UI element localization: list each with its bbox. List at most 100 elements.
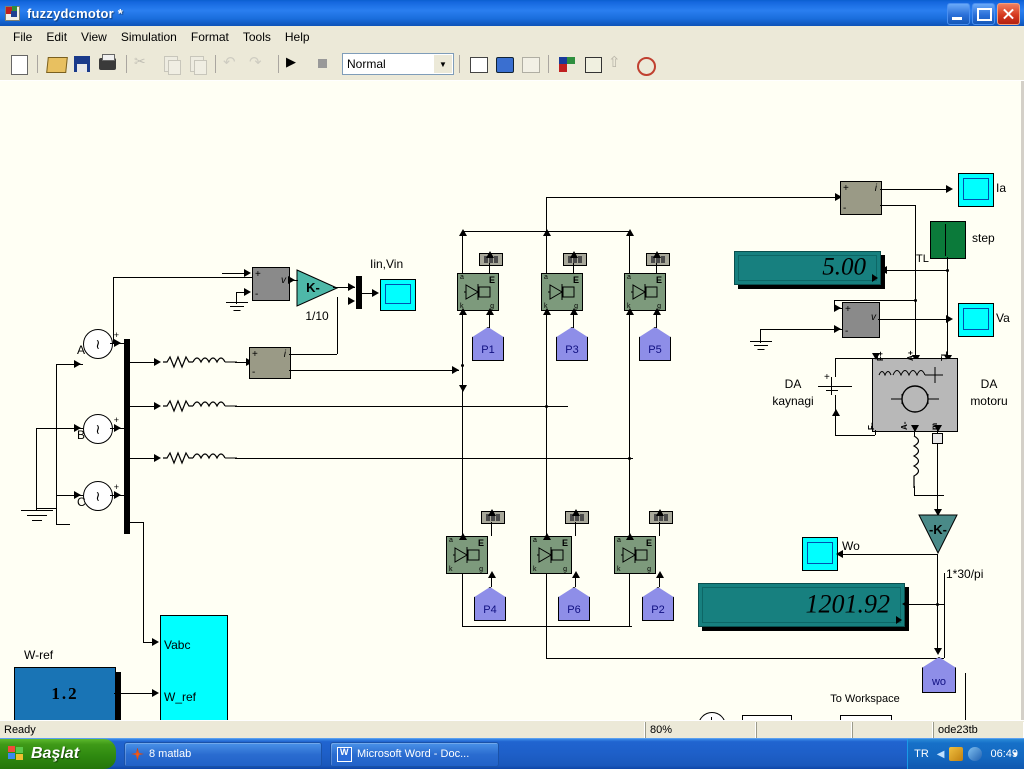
acm-plus-terminal: + bbox=[843, 183, 849, 194]
ac-source-b[interactable]: ∼ + bbox=[83, 414, 119, 444]
ac-source-c[interactable]: ∼ + bbox=[83, 481, 119, 511]
open-icon[interactable] bbox=[45, 53, 68, 75]
dc-field-source[interactable]: + bbox=[818, 372, 852, 395]
thyristor-p1[interactable]: a E k g bbox=[457, 273, 499, 311]
goto-block-wo[interactable]: wo bbox=[922, 657, 956, 693]
port-label-p5: P5 bbox=[648, 344, 662, 356]
input-port-p4[interactable]: P4 bbox=[474, 587, 506, 621]
vm-output-terminal: v bbox=[281, 275, 286, 286]
thyristor-p5[interactable]: a E k g bbox=[624, 273, 666, 311]
input-port-p6[interactable]: P6 bbox=[558, 587, 590, 621]
input-port-p3[interactable]: P3 bbox=[556, 327, 588, 361]
current-measurement-block[interactable]: + - i bbox=[249, 347, 291, 379]
armature-voltage-measurement[interactable]: + - v bbox=[842, 302, 880, 338]
menu-file[interactable]: File bbox=[6, 28, 39, 46]
thyristor-p2[interactable]: a E k g bbox=[614, 536, 656, 574]
simulation-mode-select[interactable]: Normal ▼ bbox=[342, 53, 454, 75]
taskbar-item-word[interactable]: Microsoft Word - Doc... bbox=[330, 741, 499, 767]
thy-g-terminal: g bbox=[563, 566, 567, 573]
run-icon[interactable]: ▶ bbox=[286, 53, 308, 75]
menu-tools[interactable]: Tools bbox=[236, 28, 278, 46]
chevron-down-icon[interactable]: ▼ bbox=[434, 55, 452, 73]
thyristor-p3[interactable]: a E k g bbox=[541, 273, 583, 311]
model-explorer-icon[interactable] bbox=[582, 53, 604, 75]
acm-output-terminal: i bbox=[874, 183, 877, 194]
scope-wo[interactable] bbox=[802, 537, 838, 571]
paste-icon[interactable] bbox=[186, 53, 208, 75]
menu-help[interactable]: Help bbox=[278, 28, 317, 46]
scope-ia[interactable] bbox=[958, 173, 994, 207]
tray-icon-1[interactable] bbox=[949, 747, 964, 761]
stop-icon[interactable] bbox=[312, 53, 334, 75]
thy-a-terminal: a bbox=[617, 537, 621, 544]
gain-label-vin: 1/10 bbox=[305, 309, 329, 323]
thy-g-terminal: g bbox=[479, 566, 483, 573]
input-port-p5[interactable]: P5 bbox=[639, 327, 671, 361]
input-port-p2[interactable]: P2 bbox=[642, 587, 674, 621]
maximize-button[interactable] bbox=[972, 3, 995, 25]
scope-iin-vin[interactable] bbox=[380, 279, 416, 311]
pulse-generator-subsystem[interactable]: Vabc W_ref bbox=[160, 615, 228, 721]
scope-label-ia: Ia bbox=[996, 181, 1007, 195]
thyristor-p4[interactable]: a E k g bbox=[446, 536, 488, 574]
ac-source-a[interactable]: ∼ + bbox=[83, 329, 119, 359]
wref-constant-block[interactable]: 1.2 bbox=[14, 667, 116, 721]
cut-icon[interactable]: ✂ bbox=[134, 53, 156, 75]
update-icon[interactable] bbox=[493, 53, 515, 75]
scope-label-va: Va bbox=[996, 311, 1010, 325]
undo-icon[interactable]: ↶ bbox=[223, 53, 245, 75]
print-icon[interactable] bbox=[97, 53, 119, 75]
gain-block-vin[interactable]: K- bbox=[296, 269, 338, 307]
menu-bar: File Edit View Simulation Format Tools H… bbox=[0, 26, 1024, 49]
to-workspace-label: To Workspace bbox=[830, 693, 900, 705]
close-button[interactable] bbox=[997, 3, 1020, 25]
thyristor-p6[interactable]: a E k g bbox=[530, 536, 572, 574]
redo-icon[interactable]: ↷ bbox=[249, 53, 271, 75]
input-port-p1[interactable]: P1 bbox=[472, 327, 504, 361]
thy-g-terminal: g bbox=[647, 566, 651, 573]
menu-view[interactable]: View bbox=[74, 28, 114, 46]
step-label: step bbox=[972, 231, 995, 245]
gain-symbol-rpm: -K- bbox=[928, 522, 948, 537]
dc-motor-block[interactable]: F+ A+ TL F- A- m bbox=[867, 351, 958, 432]
avm-plus-terminal: + bbox=[845, 304, 851, 315]
start-button[interactable]: Başlat bbox=[0, 739, 116, 769]
menu-simulation[interactable]: Simulation bbox=[114, 28, 184, 46]
display-torque[interactable]: 5.00 bbox=[734, 251, 881, 285]
toolbar-separator bbox=[548, 55, 549, 73]
motor-measurement-demux[interactable] bbox=[932, 433, 943, 444]
tray-icon-2[interactable] bbox=[968, 747, 983, 761]
status-field-c bbox=[852, 722, 933, 738]
tl-label: TL bbox=[916, 253, 929, 265]
voltage-measurement-block[interactable]: + - v bbox=[252, 267, 290, 301]
show-hidden-icons-icon[interactable]: ◀ bbox=[937, 749, 945, 760]
menu-edit[interactable]: Edit bbox=[39, 28, 74, 46]
start-label: Başlat bbox=[31, 745, 80, 762]
new-icon[interactable] bbox=[8, 53, 30, 75]
port-label-p1: P1 bbox=[481, 344, 495, 356]
simulink-window: fuzzydcmotor * File Edit View Simulation… bbox=[0, 0, 1024, 769]
display-overflow-icon bbox=[872, 274, 878, 282]
help-icon[interactable] bbox=[634, 53, 656, 76]
copy-icon[interactable] bbox=[160, 53, 182, 75]
simulink-library-icon[interactable] bbox=[556, 53, 578, 75]
taskbar-item-matlab[interactable]: 8 matlab ▼ bbox=[124, 741, 1019, 767]
thy-k-terminal: k bbox=[449, 566, 453, 573]
scope-va[interactable] bbox=[958, 303, 994, 337]
dc-motor-label-line2: motoru bbox=[970, 394, 1008, 408]
model-canvas[interactable]: ∼ + ∼ + ∼ + A B C + - v K- 1/10 Iin,Vin … bbox=[0, 80, 1024, 721]
display-speed[interactable]: 1201.92 bbox=[698, 583, 905, 627]
build-icon[interactable] bbox=[519, 53, 541, 75]
gain-block-rpm[interactable]: -K- bbox=[918, 514, 958, 554]
minimize-button[interactable] bbox=[947, 3, 970, 25]
step-block[interactable] bbox=[930, 221, 966, 259]
toolbar: ✂ ↶ ↷ ▶ Normal ▼ ⇧ bbox=[0, 48, 1024, 81]
language-indicator[interactable]: TR bbox=[914, 748, 929, 760]
go-up-icon[interactable]: ⇧ bbox=[608, 53, 630, 75]
armature-current-measurement[interactable]: + - i bbox=[840, 181, 882, 215]
debug-icon[interactable] bbox=[467, 53, 489, 75]
chevron-down-icon[interactable]: ▼ bbox=[1011, 750, 1019, 759]
menu-format[interactable]: Format bbox=[184, 28, 236, 46]
rl-branch-b bbox=[163, 399, 237, 413]
save-icon[interactable] bbox=[71, 53, 93, 75]
